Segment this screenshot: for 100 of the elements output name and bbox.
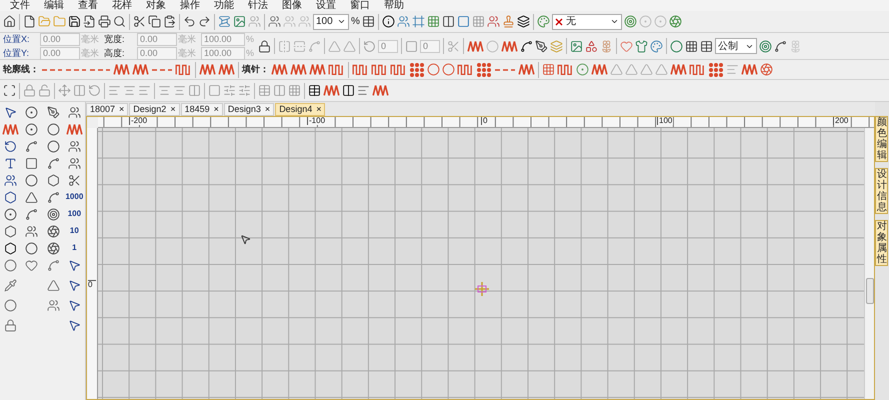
printer-icon[interactable]: [98, 15, 111, 28]
tool-icon[interactable]: [25, 208, 38, 221]
cut-icon[interactable]: [133, 15, 146, 28]
tool-icon[interactable]: [68, 106, 81, 119]
heart-icon[interactable]: [620, 40, 633, 52]
aperture-icon[interactable]: [668, 15, 682, 28]
shapes-icon[interactable]: [585, 40, 598, 52]
side-panel-tab[interactable]: 对象属性: [875, 220, 888, 266]
rotate-icon[interactable]: [363, 40, 376, 52]
tool-icon[interactable]: [25, 242, 38, 255]
tool-icon[interactable]: [4, 191, 18, 204]
tool-icon[interactable]: [68, 279, 81, 292]
tool-icon[interactable]: [4, 106, 18, 119]
mirror-icon[interactable]: [278, 40, 291, 52]
dot-grid-icon[interactable]: [476, 62, 492, 78]
home-icon[interactable]: [3, 15, 16, 28]
side-panel-tab[interactable]: 颜色编辑: [875, 116, 888, 162]
tool-icon[interactable]: [68, 140, 81, 153]
undo-icon[interactable]: [183, 15, 196, 28]
stitch-icon[interactable]: [467, 40, 484, 52]
document-tab[interactable]: 18459 ×: [180, 103, 223, 116]
picture-icon[interactable]: [233, 15, 246, 28]
palette-icon[interactable]: [650, 40, 663, 52]
square-wave-icon[interactable]: [457, 63, 474, 76]
people-icon[interactable]: [396, 15, 410, 28]
select-icon[interactable]: [3, 84, 16, 97]
circle-icon[interactable]: [427, 63, 440, 76]
tool-icon[interactable]: [46, 174, 60, 187]
close-icon[interactable]: ×: [316, 102, 322, 116]
tool-icon[interactable]: [25, 106, 38, 119]
menu-item[interactable]: 图像: [282, 0, 302, 11]
tool-icon[interactable]: [25, 157, 38, 170]
scrollbar-thumb[interactable]: [866, 278, 874, 304]
menu-item[interactable]: 功能: [214, 0, 234, 11]
table-icon[interactable]: [700, 40, 713, 52]
stitch-icon[interactable]: [372, 84, 389, 97]
lock-icon[interactable]: [258, 40, 271, 52]
document-tab[interactable]: 18007 ×: [86, 103, 128, 116]
step-label[interactable]: 1: [72, 242, 77, 255]
stitch-icon[interactable]: [323, 84, 340, 97]
triangle-icon[interactable]: [625, 63, 638, 76]
vertical-scrollbar[interactable]: [864, 128, 874, 399]
triangle-icon[interactable]: [640, 63, 653, 76]
stitch-icon[interactable]: [741, 63, 758, 76]
target-icon[interactable]: [759, 40, 772, 52]
square-icon[interactable]: [456, 15, 470, 28]
triangle-icon[interactable]: [343, 40, 356, 52]
info-icon[interactable]: [382, 15, 395, 28]
tool-icon[interactable]: [68, 259, 81, 272]
tool-icon[interactable]: [46, 225, 60, 238]
tool-icon[interactable]: [46, 191, 60, 204]
square-wave-icon[interactable]: [328, 63, 345, 76]
grid-icon[interactable]: [685, 40, 698, 52]
people-icon[interactable]: [268, 15, 281, 28]
search-icon[interactable]: [113, 15, 126, 28]
table-icon[interactable]: [362, 15, 375, 28]
sliders-icon[interactable]: [238, 84, 251, 97]
square-wave-icon[interactable]: [352, 63, 369, 76]
tool-icon[interactable]: [46, 157, 60, 170]
paste-icon[interactable]: [163, 15, 176, 28]
flower-icon[interactable]: [600, 40, 613, 52]
unlock-icon[interactable]: [38, 84, 51, 97]
shirt-icon[interactable]: [635, 40, 648, 52]
stitch-icon[interactable]: [591, 63, 608, 76]
align-center-icon[interactable]: [123, 84, 136, 97]
circle-dot-icon[interactable]: [638, 15, 652, 28]
align-left-icon[interactable]: [108, 84, 121, 97]
triangle-icon[interactable]: [610, 63, 623, 76]
tool-icon[interactable]: [46, 140, 60, 153]
lines-icon[interactable]: [357, 84, 370, 97]
menu-item[interactable]: 对象: [146, 0, 166, 11]
sliders-icon[interactable]: [223, 84, 236, 97]
document-tab[interactable]: Design4 ×: [275, 103, 326, 116]
mirror-icon[interactable]: [293, 40, 306, 52]
zoom-dropdown[interactable]: 100: [313, 14, 349, 30]
tool-icon[interactable]: [68, 157, 81, 170]
tool-icon[interactable]: [4, 157, 18, 170]
document-tab[interactable]: Design3 ×: [224, 103, 274, 116]
stitch-icon[interactable]: [218, 63, 235, 76]
square-wave-icon[interactable]: [390, 63, 407, 76]
document-tab[interactable]: Design2 ×: [129, 103, 180, 116]
line-icon[interactable]: [520, 40, 533, 52]
dot-grid-icon[interactable]: [409, 62, 425, 78]
move-icon[interactable]: [58, 84, 71, 97]
thread-dropdown[interactable]: 无: [552, 14, 622, 30]
tool-icon[interactable]: [25, 225, 38, 238]
step-label[interactable]: 10: [70, 225, 79, 238]
triangle-icon[interactable]: [655, 63, 668, 76]
aperture-icon[interactable]: [760, 63, 773, 76]
tool-icon[interactable]: [4, 225, 18, 238]
align-center-icon[interactable]: [173, 84, 186, 97]
rotate-icon[interactable]: [88, 84, 101, 97]
menu-item[interactable]: 花样: [112, 0, 132, 11]
redo-icon[interactable]: [198, 15, 211, 28]
align-left-icon[interactable]: [138, 84, 151, 97]
tool-icon[interactable]: [25, 140, 38, 153]
tool-icon[interactable]: [25, 174, 38, 187]
tool-icon[interactable]: [25, 191, 38, 204]
palette-icon[interactable]: [536, 15, 550, 28]
close-icon[interactable]: ×: [214, 102, 219, 116]
